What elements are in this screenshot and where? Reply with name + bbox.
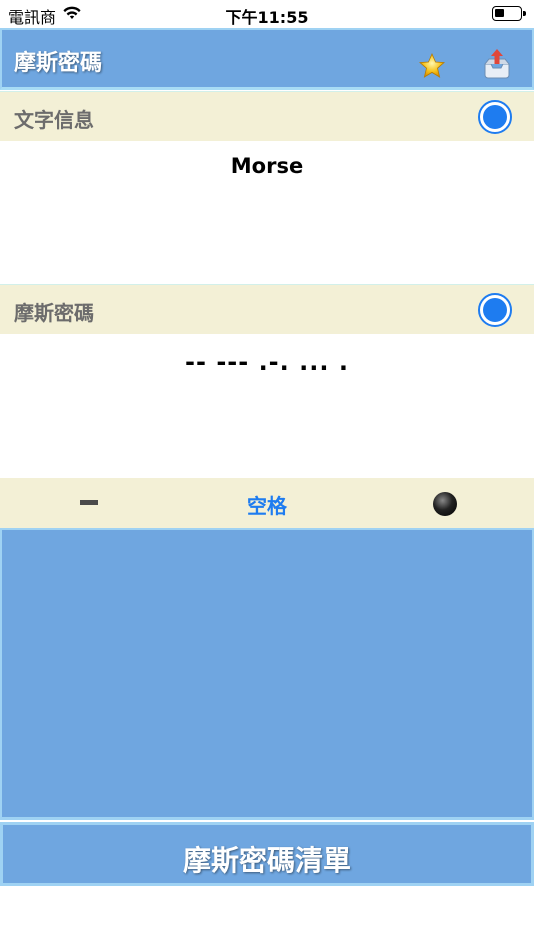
morse-value: -- --- .-. ... . (185, 348, 349, 376)
clock: 下午11:55 (225, 8, 309, 27)
morse-list-button-label: 摩斯密碼清單 (182, 844, 351, 877)
text-input-area[interactable]: Morse (0, 141, 534, 283)
morse-list-button[interactable]: 摩斯密碼清單 (0, 822, 534, 886)
morse-key-bar: 空格 (0, 478, 534, 530)
text-radio-button[interactable] (478, 100, 512, 134)
morse-input-area[interactable]: -- --- .-. ... . (0, 335, 534, 477)
star-icon[interactable] (418, 52, 446, 80)
battery-icon (492, 6, 526, 21)
morse-radio-button[interactable] (478, 293, 512, 327)
morse-section-header: 摩斯密碼 (0, 284, 534, 334)
dot-icon[interactable] (433, 492, 457, 516)
nav-bar: 摩斯密碼 (0, 28, 534, 90)
text-section-label: 文字信息 (14, 108, 94, 132)
text-value: Morse (230, 154, 304, 178)
content-area (0, 530, 534, 820)
page-title: 摩斯密碼 (14, 51, 103, 76)
text-section-header: 文字信息 (0, 91, 534, 141)
morse-section-label: 摩斯密碼 (14, 301, 94, 325)
share-tray-icon[interactable] (482, 48, 512, 80)
status-bar: 電訊商 下午11:55 (0, 0, 534, 28)
